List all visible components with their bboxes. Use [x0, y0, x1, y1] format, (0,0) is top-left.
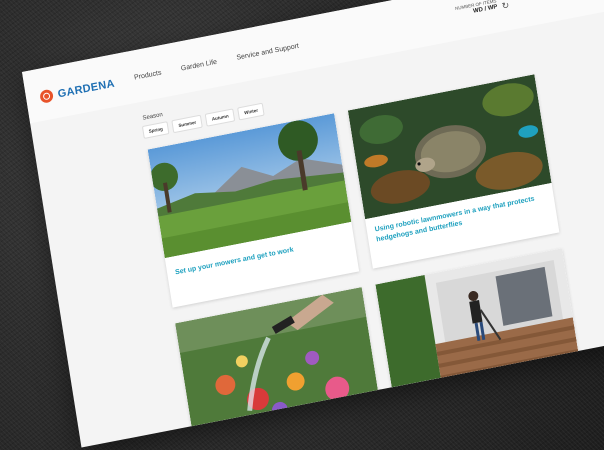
gardena-logo-icon	[39, 88, 54, 104]
brand-name: GARDENA	[56, 77, 116, 100]
article-card-lawn[interactable]: Set up your mowers and get to work	[147, 113, 360, 308]
lawn-image	[147, 113, 352, 259]
account-summary[interactable]: NUMBER OF ITEMS WD / WP	[455, 0, 498, 20]
nav-item-service-support[interactable]: Service and Support	[236, 43, 299, 62]
main-nav: Products Garden Life Service and Support	[134, 43, 300, 82]
refresh-icon[interactable]: ↻	[501, 0, 510, 12]
tab-spring[interactable]: Spring	[141, 121, 170, 139]
tab-autumn[interactable]: Autumn	[204, 108, 236, 127]
nav-item-garden-life[interactable]: Garden Life	[180, 59, 217, 73]
gardena-logo[interactable]: GARDENA	[39, 77, 115, 104]
tab-winter[interactable]: Winter	[237, 102, 265, 121]
season-label: Season	[142, 111, 164, 122]
article-card-hedgehog[interactable]: Using robotic lawnmowers in a way that p…	[347, 74, 560, 269]
nav-item-products[interactable]: Products	[134, 69, 162, 81]
tab-summer[interactable]: Summer	[171, 114, 204, 134]
